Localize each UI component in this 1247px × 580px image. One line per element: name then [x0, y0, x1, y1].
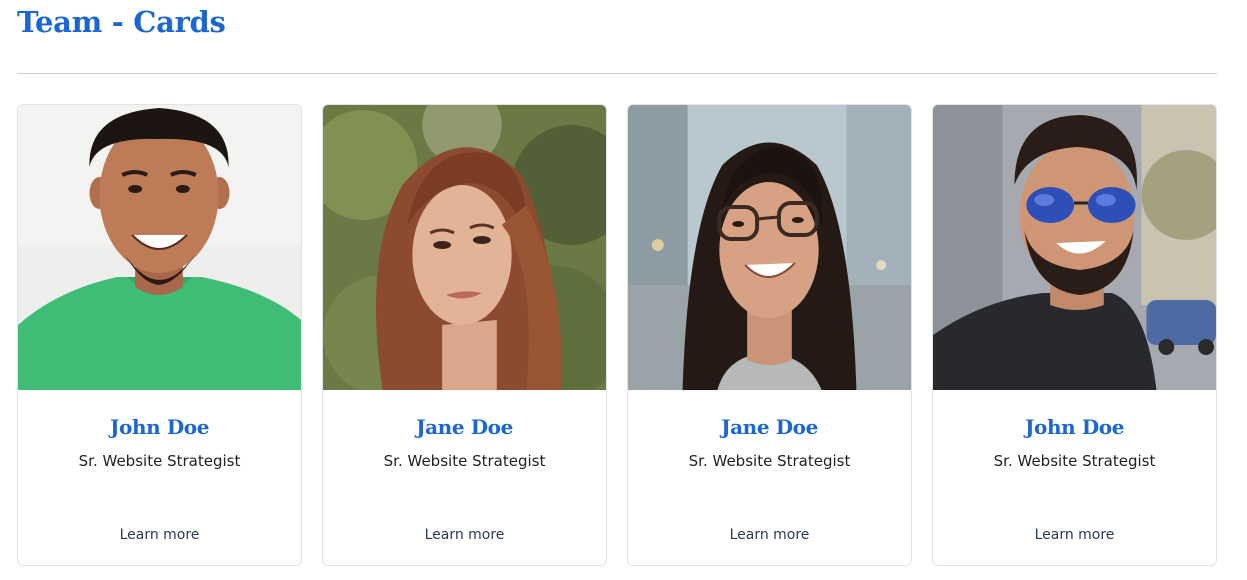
learn-more-link[interactable]: Learn more: [628, 525, 911, 545]
learn-more-link[interactable]: Learn more: [933, 525, 1216, 545]
team-card: John Doe Sr. Website Strategist Learn mo…: [17, 104, 302, 566]
team-member-name: John Doe: [109, 415, 210, 439]
team-member-photo: [933, 105, 1216, 390]
team-member-photo: [628, 105, 911, 390]
learn-more-link[interactable]: Learn more: [18, 525, 301, 545]
team-member-role: Sr. Website Strategist: [78, 452, 241, 470]
team-member-name: John Doe: [1024, 415, 1125, 439]
team-member-role: Sr. Website Strategist: [688, 452, 851, 470]
team-member-name: Jane Doe: [721, 415, 818, 439]
team-card: Jane Doe Sr. Website Strategist Learn mo…: [322, 104, 607, 566]
learn-more-link[interactable]: Learn more: [323, 525, 606, 545]
page-title: Team - Cards: [17, 5, 226, 39]
team-member-photo: [323, 105, 606, 390]
team-member-name: Jane Doe: [416, 415, 513, 439]
team-card: Jane Doe Sr. Website Strategist Learn mo…: [627, 104, 912, 566]
title-divider: [17, 73, 1217, 74]
team-member-photo: [18, 105, 301, 390]
team-member-role: Sr. Website Strategist: [383, 452, 546, 470]
team-card: John Doe Sr. Website Strategist Learn mo…: [932, 104, 1217, 566]
team-member-role: Sr. Website Strategist: [993, 452, 1156, 470]
team-cards-grid: John Doe Sr. Website Strategist Learn mo…: [17, 104, 1217, 566]
